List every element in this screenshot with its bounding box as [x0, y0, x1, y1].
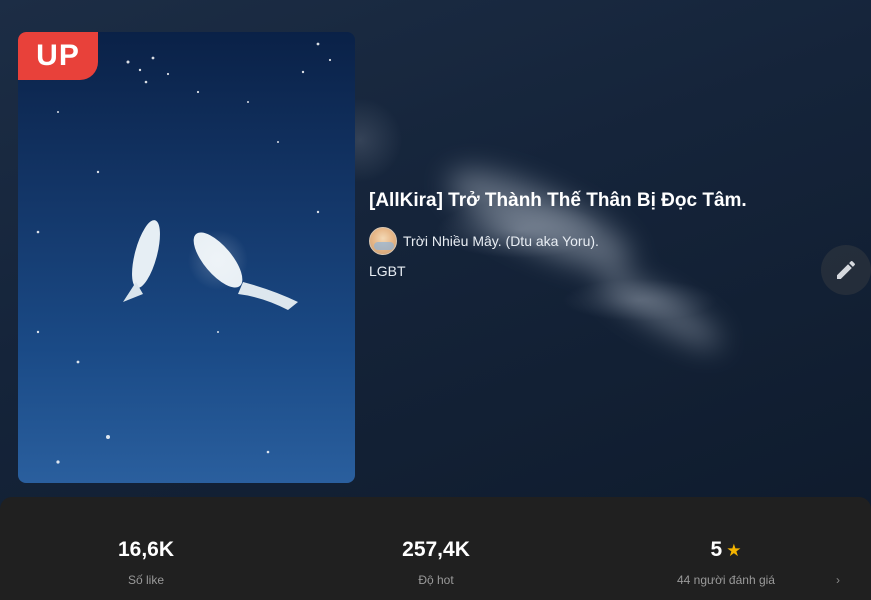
likes-label: Số like [127, 573, 165, 587]
up-badge: UP [18, 32, 98, 80]
cover-ocean-whales [36, 42, 332, 464]
hot-count: 257,4K [402, 538, 470, 561]
author-avatar[interactable] [369, 227, 397, 255]
story-detail-screen: UP [AllKira] Trở Thành Thế Thân Bị Đọc T… [0, 0, 871, 600]
stats-panel: 16,6K Số like 257,4K Độ hot 5 ★ 44 người… [0, 497, 871, 600]
author-name[interactable]: Trời Nhiều Mây. (Dtu aka Yoru). [403, 233, 599, 249]
stat-rating[interactable]: 5 ★ 44 người đánh giá [616, 497, 836, 600]
background-whale-blur [448, 170, 722, 348]
likes-count: 16,6K [117, 538, 175, 561]
pencil-icon [837, 260, 856, 279]
edit-button[interactable] [821, 245, 871, 295]
author-row[interactable]: Trời Nhiều Mây. (Dtu aka Yoru). [369, 227, 599, 255]
story-title: [AllKira] Trở Thành Thế Thân Bị Đọc Tâm. [369, 190, 747, 211]
hot-label: Độ hot [418, 573, 454, 587]
stat-hot: 257,4K Độ hot [326, 497, 546, 600]
star-icon: ★ [726, 540, 742, 560]
chevron-right-icon[interactable]: › [836, 573, 840, 587]
rating-count-label: 44 người đánh giá [677, 573, 775, 587]
rating-value-row: 5 ★ [616, 538, 836, 562]
story-cover-image[interactable]: UP [18, 32, 355, 483]
rating-score: 5 [710, 538, 723, 561]
story-genre-tag[interactable]: LGBT [369, 263, 406, 279]
stat-likes: 16,6K Số like [36, 497, 256, 600]
